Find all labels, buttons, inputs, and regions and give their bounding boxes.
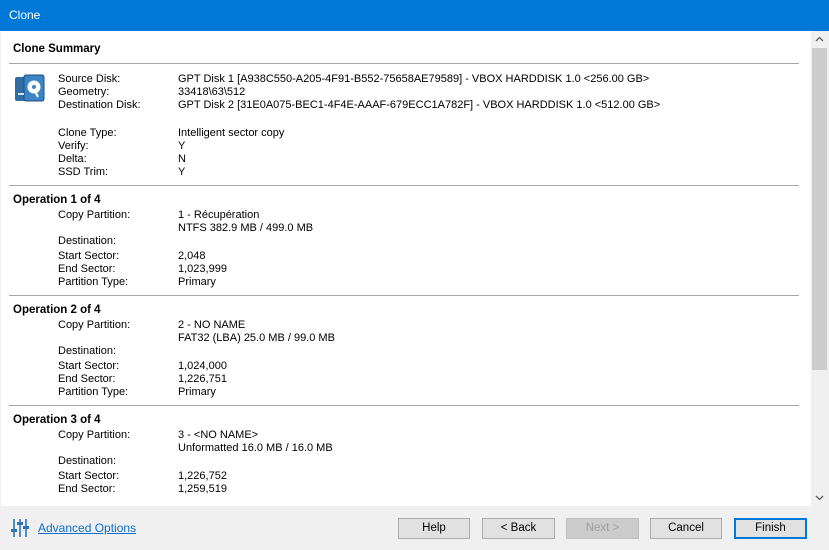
copy-partition-value: 2 - NO NAME bbox=[178, 319, 246, 331]
divider bbox=[9, 295, 799, 296]
copy-partition-label: Copy Partition: bbox=[58, 319, 131, 331]
scroll-up-arrow-icon[interactable] bbox=[811, 31, 828, 48]
geometry-value: 33418\63\512 bbox=[178, 86, 246, 98]
partition-type-label: Partition Type: bbox=[58, 386, 129, 398]
destination-disk-label: Destination Disk: bbox=[58, 99, 141, 111]
start-sector-label: Start Sector: bbox=[58, 250, 120, 262]
end-sector-value: 1,023,999 bbox=[178, 263, 227, 275]
start-sector-value: 1,226,752 bbox=[178, 470, 227, 482]
destination-disk-value: GPT Disk 2 [31E0A075-BEC1-4F4E-AAAF-679E… bbox=[178, 99, 661, 111]
start-sector-value: 2,048 bbox=[178, 250, 206, 262]
clone-summary-panel: Clone Summary Source Disk: GPT Disk 1 [A… bbox=[1, 31, 828, 506]
ssd-trim-label: SSD Trim: bbox=[58, 166, 109, 178]
sliders-icon[interactable] bbox=[9, 517, 31, 539]
scroll-down-arrow-icon[interactable] bbox=[811, 489, 828, 506]
destination-label: Destination: bbox=[58, 455, 117, 467]
source-disk-value: GPT Disk 1 [A938C550-A205-4F91-B552-7565… bbox=[178, 73, 650, 85]
partition-type-label: Partition Type: bbox=[58, 276, 129, 288]
end-sector-value: 1,226,751 bbox=[178, 373, 227, 385]
footer-bar: Advanced Options Help < Back Next > Canc… bbox=[0, 506, 829, 550]
end-sector-label: End Sector: bbox=[58, 483, 116, 495]
start-sector-label: Start Sector: bbox=[58, 470, 120, 482]
divider bbox=[9, 63, 799, 64]
source-disk-label: Source Disk: bbox=[58, 73, 121, 85]
operation-1-heading: Operation 1 of 4 bbox=[13, 194, 101, 206]
disk-clone-icon bbox=[15, 74, 45, 102]
help-button[interactable]: Help bbox=[398, 518, 470, 539]
ssd-trim-value: Y bbox=[178, 166, 186, 178]
verify-value: Y bbox=[178, 140, 186, 152]
start-sector-label: Start Sector: bbox=[58, 360, 120, 372]
clone-type-label: Clone Type: bbox=[58, 127, 117, 139]
geometry-label: Geometry: bbox=[58, 86, 110, 98]
advanced-options-link[interactable]: Advanced Options bbox=[38, 521, 136, 535]
delta-value: N bbox=[178, 153, 186, 165]
copy-partition-value: 3 - <NO NAME> bbox=[178, 429, 259, 441]
next-button[interactable]: Next > bbox=[566, 518, 639, 539]
window-title: Clone bbox=[9, 8, 41, 22]
divider bbox=[9, 185, 799, 186]
verify-label: Verify: bbox=[58, 140, 89, 152]
finish-button[interactable]: Finish bbox=[734, 518, 807, 539]
operation-3-heading: Operation 3 of 4 bbox=[13, 414, 101, 426]
copy-partition-label: Copy Partition: bbox=[58, 429, 131, 441]
filesystem-value: Unformatted 16.0 MB / 16.0 MB bbox=[178, 442, 333, 454]
copy-partition-value: 1 - Récupération bbox=[178, 209, 260, 221]
end-sector-label: End Sector: bbox=[58, 263, 116, 275]
destination-label: Destination: bbox=[58, 235, 117, 247]
partition-type-value: Primary bbox=[178, 386, 216, 398]
start-sector-value: 1,024,000 bbox=[178, 360, 227, 372]
delta-label: Delta: bbox=[58, 153, 87, 165]
end-sector-value: 1,259,519 bbox=[178, 483, 227, 495]
destination-label: Destination: bbox=[58, 345, 117, 357]
title-bar: Clone bbox=[0, 0, 829, 31]
scrollbar-thumb[interactable] bbox=[812, 48, 827, 370]
vertical-scrollbar[interactable] bbox=[811, 31, 828, 506]
clone-summary-heading: Clone Summary bbox=[13, 43, 101, 55]
copy-partition-label: Copy Partition: bbox=[58, 209, 131, 221]
clone-type-value: Intelligent sector copy bbox=[178, 127, 285, 139]
partition-type-value: Primary bbox=[178, 276, 216, 288]
filesystem-value: NTFS 382.9 MB / 499.0 MB bbox=[178, 222, 314, 234]
filesystem-value: FAT32 (LBA) 25.0 MB / 99.0 MB bbox=[178, 332, 335, 344]
operation-2-heading: Operation 2 of 4 bbox=[13, 304, 101, 316]
cancel-button[interactable]: Cancel bbox=[650, 518, 722, 539]
end-sector-label: End Sector: bbox=[58, 373, 116, 385]
back-button[interactable]: < Back bbox=[482, 518, 555, 539]
divider bbox=[9, 405, 799, 406]
